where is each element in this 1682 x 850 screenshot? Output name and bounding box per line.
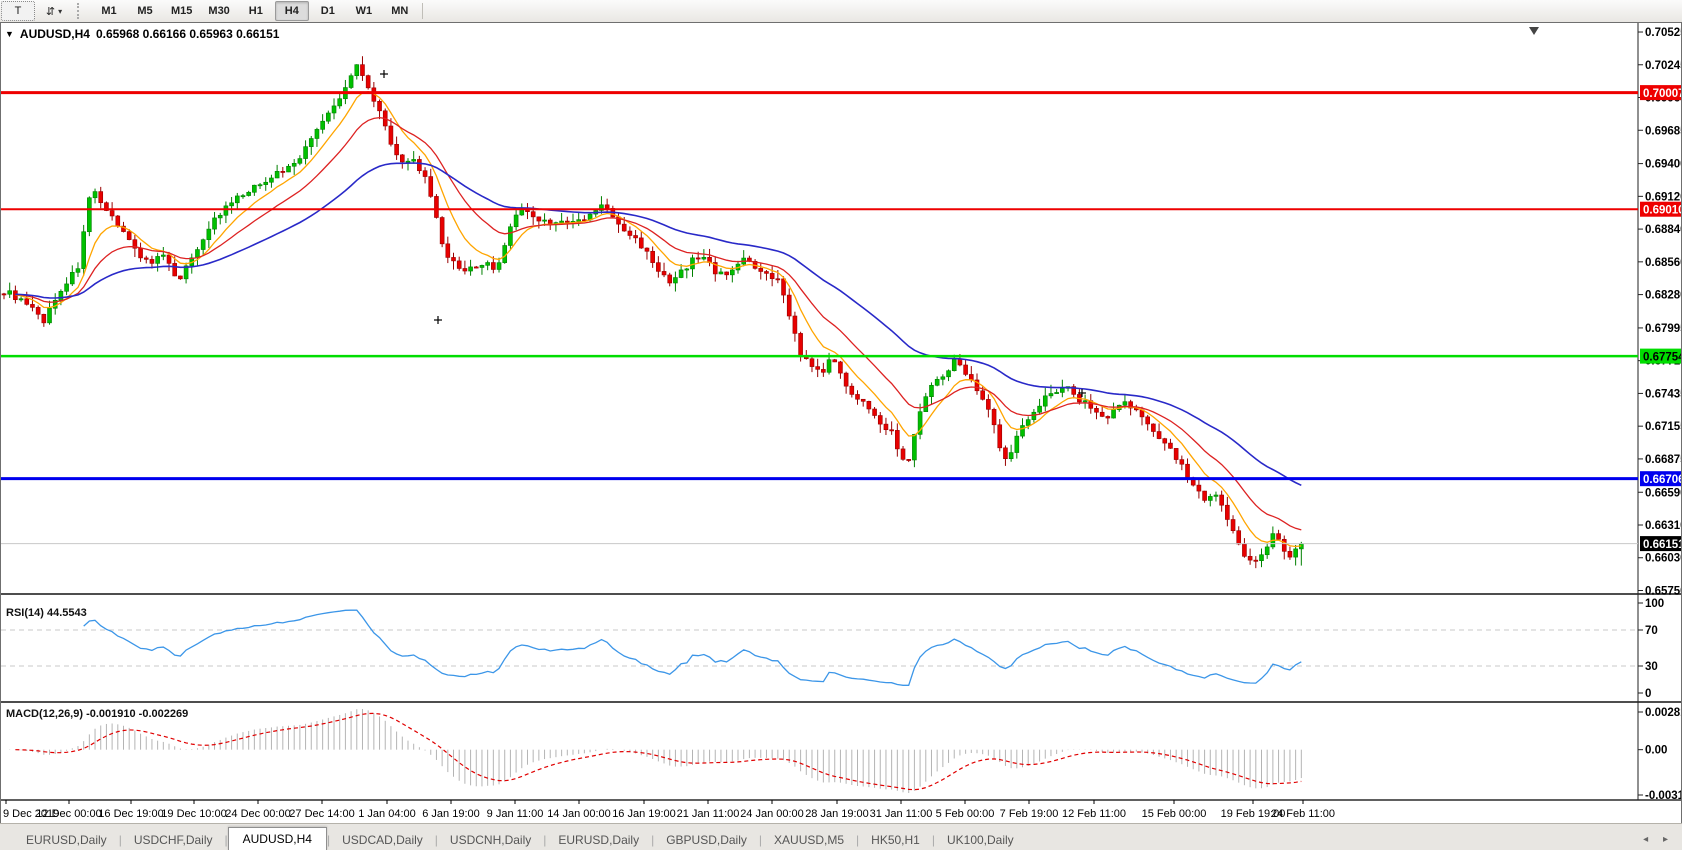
- svg-text:0.69010: 0.69010: [1643, 205, 1681, 217]
- price-tick: 0.69400: [1645, 159, 1681, 171]
- price-tick: 0.67435: [1645, 388, 1681, 400]
- price-tick: 0.70245: [1645, 60, 1681, 72]
- svg-text:0.66151: 0.66151: [1643, 539, 1681, 551]
- timeframe-button-m15[interactable]: M15: [164, 1, 199, 21]
- tab-scroll-arrows[interactable]: ◂ ▸: [1643, 834, 1674, 850]
- time-tick: 24 Feb 11:00: [1271, 808, 1335, 820]
- time-tick: 5 Feb 00:00: [936, 808, 995, 820]
- svg-text:70: 70: [1645, 625, 1658, 637]
- svg-text:-0.003179: -0.003179: [1645, 790, 1681, 802]
- svg-text:0: 0: [1645, 688, 1651, 700]
- price-tick: 0.69685: [1645, 125, 1681, 137]
- svg-text:0.00: 0.00: [1645, 745, 1667, 757]
- chart-tab-uk100-daily[interactable]: UK100,Daily: [935, 830, 1026, 850]
- price-tick: 0.69120: [1645, 191, 1681, 203]
- svg-text:0.66706: 0.66706: [1643, 474, 1681, 486]
- svg-text:0.67754: 0.67754: [1643, 352, 1681, 364]
- time-tick: 24 Dec 00:00: [225, 808, 290, 820]
- timeframe-toolbar: T ⇵ ▾ M1M5M15M30H1H4D1W1MN: [0, 0, 1682, 23]
- rsi-label: RSI(14) 44.5543: [6, 607, 87, 619]
- price-tick: 0.67995: [1645, 323, 1681, 335]
- price-tick: 0.66590: [1645, 487, 1681, 499]
- svg-text:30: 30: [1645, 661, 1658, 673]
- macd-label: MACD(12,26,9) -0.001910 -0.002269: [6, 708, 188, 720]
- timeframe-button-w1[interactable]: W1: [347, 1, 381, 21]
- timeframe-button-h1[interactable]: H1: [239, 1, 273, 21]
- time-tick: 12 Dec 00:00: [36, 808, 101, 820]
- price-tick: 0.68280: [1645, 290, 1681, 302]
- time-tick: 27 Dec 14:00: [289, 808, 354, 820]
- price-tick: 0.68560: [1645, 257, 1681, 269]
- price-tick: 0.68840: [1645, 224, 1681, 236]
- symbol-label: AUDUSD,H4: [20, 27, 90, 41]
- chart-canvas[interactable]: 0.705250.702450.699650.696850.694000.691…: [1, 23, 1681, 821]
- time-tick: 21 Jan 11:00: [677, 808, 740, 820]
- chart-tab-eurusd-daily[interactable]: EURUSD,Daily: [14, 830, 119, 850]
- chart-tab-gbpusd-daily[interactable]: GBPUSD,Daily: [654, 830, 759, 850]
- price-tick: 0.65750: [1645, 585, 1681, 597]
- price-tick: 0.66310: [1645, 520, 1681, 532]
- time-tick: 15 Feb 00:00: [1142, 808, 1207, 820]
- collapse-icon[interactable]: ▼: [5, 29, 14, 39]
- price-tick: 0.66875: [1645, 454, 1681, 466]
- svg-text:100: 100: [1645, 598, 1664, 610]
- timeframe-button-m5[interactable]: M5: [128, 1, 162, 21]
- chart-tab-eurusd-daily[interactable]: EURUSD,Daily: [546, 830, 651, 850]
- text-tool-button[interactable]: T: [1, 1, 35, 21]
- chart-tab-audusd-h4[interactable]: AUDUSD,H4: [228, 827, 327, 850]
- time-tick: 7 Feb 19:00: [1000, 808, 1059, 820]
- timeframe-button-d1[interactable]: D1: [311, 1, 345, 21]
- price-tick: 0.70525: [1645, 27, 1681, 39]
- chart-tab-usdchf-daily[interactable]: USDCHF,Daily: [122, 830, 225, 850]
- price-tick: 0.66030: [1645, 553, 1681, 565]
- time-tick: 31 Jan 11:00: [870, 808, 933, 820]
- timeframe-button-m1[interactable]: M1: [92, 1, 126, 21]
- timeframe-button-m30[interactable]: M30: [201, 1, 236, 21]
- toolbar-separator: [422, 3, 423, 19]
- time-tick: 28 Jan 19:00: [805, 808, 869, 820]
- chart-tab-usdcad-daily[interactable]: USDCAD,Daily: [330, 830, 435, 850]
- svg-text:0.70007: 0.70007: [1643, 88, 1681, 100]
- ohlc-readout: 0.65968 0.66166 0.65963 0.66151: [96, 27, 280, 41]
- time-tick: 9 Jan 11:00: [487, 808, 544, 820]
- toolbar-grip[interactable]: [77, 3, 86, 19]
- time-tick: 6 Jan 19:00: [422, 808, 480, 820]
- price-tick: 0.67155: [1645, 421, 1681, 433]
- chart-tab-xauusd-m5[interactable]: XAUUSD,M5: [762, 830, 856, 850]
- chart-tab-hk50-h1[interactable]: HK50,H1: [859, 830, 932, 850]
- time-tick: 16 Jan 19:00: [612, 808, 676, 820]
- mt4-terminal: T ⇵ ▾ M1M5M15M30H1H4D1W1MN 0.70525 0.7024…: [0, 0, 1682, 850]
- chart-tab-usdcnh-daily[interactable]: USDCNH,Daily: [438, 830, 543, 850]
- chart-window: 0.705250.702450.699650.696850.694000.691…: [0, 22, 1682, 824]
- time-tick: 19 Dec 10:00: [161, 808, 226, 820]
- time-tick: 14 Jan 00:00: [547, 808, 611, 820]
- chart-tabs: EURUSD,Daily|USDCHF,Daily|AUDUSD,H4|USDC…: [14, 827, 1026, 850]
- chevron-down-icon: ▾: [58, 7, 62, 16]
- timeframe-buttons: M1M5M15M30H1H4D1W1MN: [91, 1, 418, 21]
- arrows-icon: ⇵: [46, 5, 55, 18]
- chart-tab-bar: EURUSD,Daily|USDCHF,Daily|AUDUSD,H4|USDC…: [0, 823, 1682, 850]
- time-tick: 24 Jan 00:00: [740, 808, 804, 820]
- timeframe-button-mn[interactable]: MN: [383, 1, 417, 21]
- svg-text:0.002817: 0.002817: [1645, 707, 1681, 719]
- time-tick: 12 Feb 11:00: [1062, 808, 1126, 820]
- timeframe-button-h4[interactable]: H4: [275, 1, 309, 21]
- chart-title: ▼ AUDUSD,H4 0.65968 0.66166 0.65963 0.66…: [5, 27, 279, 41]
- time-tick: 1 Jan 04:00: [358, 808, 416, 820]
- arrows-tool-button[interactable]: ⇵ ▾: [37, 1, 71, 21]
- time-tick: 16 Dec 19:00: [98, 808, 163, 820]
